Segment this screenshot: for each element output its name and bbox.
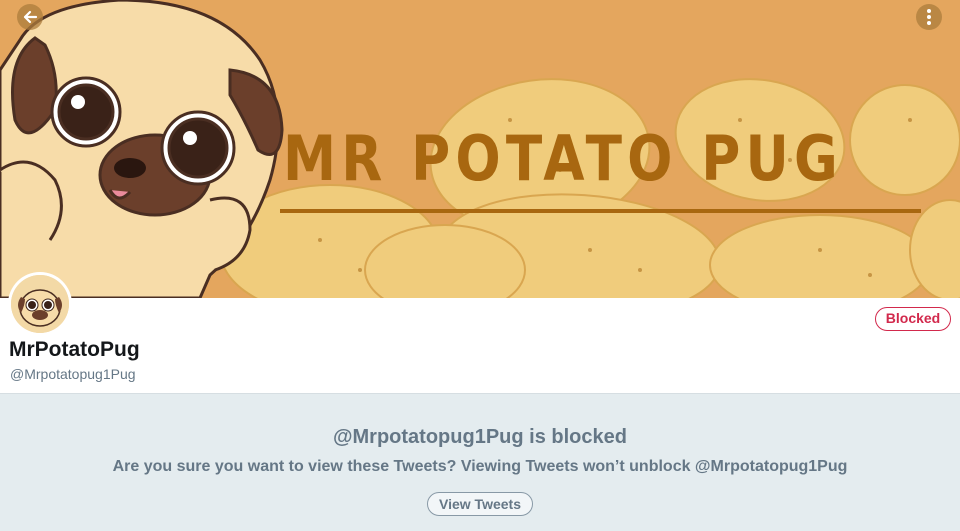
notice-title: @Mrpotatopug1Pug is blocked [333, 426, 627, 448]
notice-text: Are you sure you want to view these Twee… [112, 458, 848, 475]
blocked-notice: @Mrpotatopug1Pug is blocked Are you sure… [0, 393, 960, 531]
blocked-button[interactable]: Blocked [875, 307, 951, 331]
back-button[interactable] [17, 4, 43, 30]
banner-underline [280, 209, 921, 213]
view-tweets-button[interactable]: View Tweets [427, 492, 533, 516]
profile-banner: MR POTATO PUG [0, 0, 960, 298]
more-vertical-icon [927, 9, 931, 25]
avatar[interactable] [8, 272, 72, 336]
banner-title: MR POTATO PUG [283, 122, 843, 195]
user-handle: @Mrpotatopug1Pug [10, 366, 136, 382]
more-options-button[interactable] [916, 4, 942, 30]
pug-avatar-icon [11, 275, 69, 333]
display-name: MrPotatoPug [9, 338, 140, 361]
arrow-left-icon [23, 10, 38, 24]
